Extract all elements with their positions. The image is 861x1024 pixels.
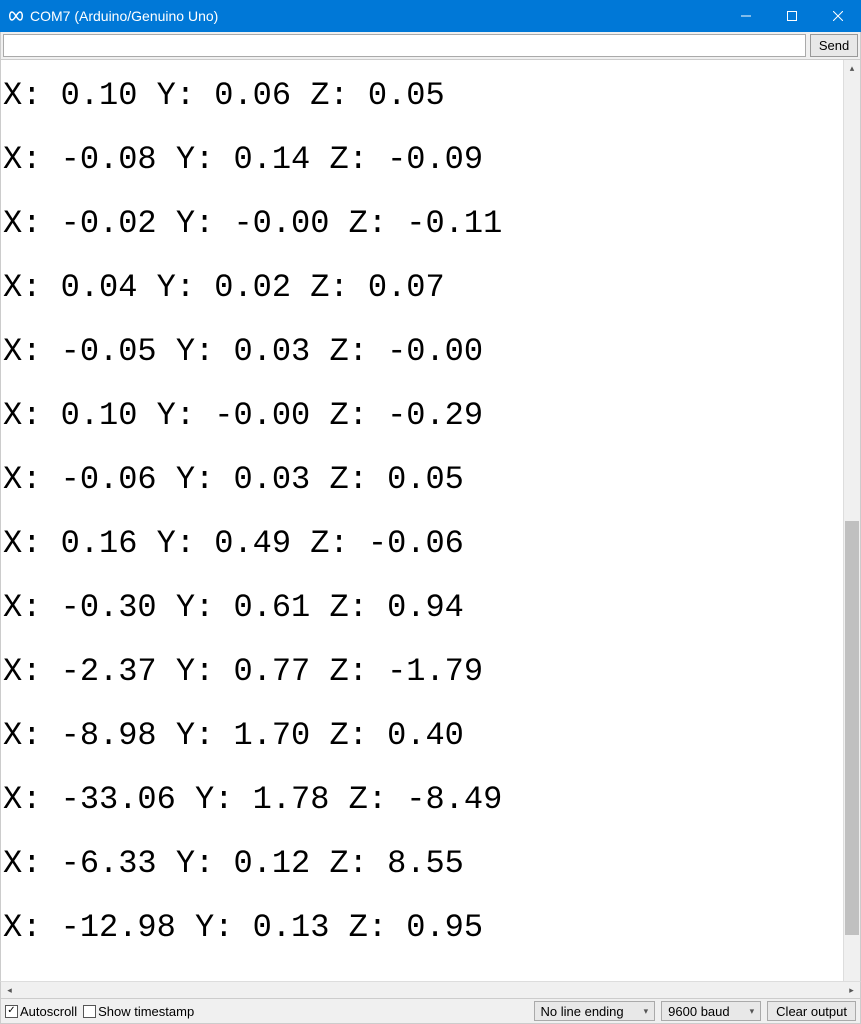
output-line: X: -0.05 Y: 0.03 Z: -0.00 — [3, 320, 841, 384]
output-line: X: -6.33 Y: 0.12 Z: 8.55 — [3, 832, 841, 896]
output-line: X: -0.02 Y: -0.00 Z: -0.11 — [3, 192, 841, 256]
titlebar: COM7 (Arduino/Genuino Uno) — [0, 0, 861, 32]
autoscroll-label: Autoscroll — [20, 1004, 77, 1019]
content-wrapper: X: 0.10 Y: 0.06 Z: 0.05X: -0.08 Y: 0.14 … — [0, 60, 861, 981]
timestamp-label: Show timestamp — [98, 1004, 194, 1019]
minimize-button[interactable] — [723, 0, 769, 32]
output-line: X: -2.37 Y: 0.77 Z: -1.79 — [3, 640, 841, 704]
output-line: X: 0.10 Y: 0.06 Z: 0.05 — [3, 64, 841, 128]
scroll-thumb[interactable] — [845, 521, 859, 935]
vertical-scrollbar[interactable]: ▴ — [843, 60, 860, 981]
output-line: X: -8.98 Y: 1.70 Z: 0.40 — [3, 704, 841, 768]
output-line: X: -0.30 Y: 0.61 Z: 0.94 — [3, 576, 841, 640]
output-line: X: -12.98 Y: 0.13 Z: 0.95 — [3, 896, 841, 960]
window-controls — [723, 0, 861, 32]
chevron-down-icon: ▾ — [644, 1006, 649, 1017]
autoscroll-checkbox-group[interactable]: Autoscroll — [5, 1004, 77, 1019]
output-line: X: -33.06 Y: 1.78 Z: -8.49 — [3, 768, 841, 832]
chevron-down-icon: ▾ — [750, 1006, 755, 1017]
clear-output-button[interactable]: Clear output — [767, 1001, 856, 1021]
window-title: COM7 (Arduino/Genuino Uno) — [30, 8, 723, 24]
input-row: Send — [0, 32, 861, 60]
horizontal-scrollbar[interactable]: ◂ ▸ — [0, 981, 861, 998]
maximize-button[interactable] — [769, 0, 815, 32]
serial-output[interactable]: X: 0.10 Y: 0.06 Z: 0.05X: -0.08 Y: 0.14 … — [1, 60, 843, 981]
line-ending-value: No line ending — [541, 1004, 624, 1019]
baud-rate-dropdown[interactable]: 9600 baud ▾ — [661, 1001, 761, 1021]
output-line: X: -0.08 Y: 0.14 Z: -0.09 — [3, 128, 841, 192]
output-line: X: 0.10 Y: -0.00 Z: -0.29 — [3, 384, 841, 448]
timestamp-checkbox[interactable] — [83, 1005, 96, 1018]
output-line: X: 0.16 Y: 0.49 Z: -0.06 — [3, 512, 841, 576]
output-line: X: -0.06 Y: 0.03 Z: 0.05 — [3, 448, 841, 512]
send-button[interactable]: Send — [810, 34, 858, 57]
scroll-right-arrow-icon[interactable]: ▸ — [843, 982, 860, 999]
scroll-left-arrow-icon[interactable]: ◂ — [1, 982, 18, 999]
autoscroll-checkbox[interactable] — [5, 1005, 18, 1018]
scroll-up-arrow-icon[interactable]: ▴ — [844, 60, 860, 77]
baud-rate-value: 9600 baud — [668, 1004, 729, 1019]
output-line: X: 0.04 Y: 0.02 Z: 0.07 — [3, 256, 841, 320]
serial-input[interactable] — [3, 34, 806, 57]
timestamp-checkbox-group[interactable]: Show timestamp — [83, 1004, 194, 1019]
close-button[interactable] — [815, 0, 861, 32]
arduino-icon — [8, 11, 24, 21]
bottom-bar: Autoscroll Show timestamp No line ending… — [0, 998, 861, 1024]
line-ending-dropdown[interactable]: No line ending ▾ — [534, 1001, 656, 1021]
